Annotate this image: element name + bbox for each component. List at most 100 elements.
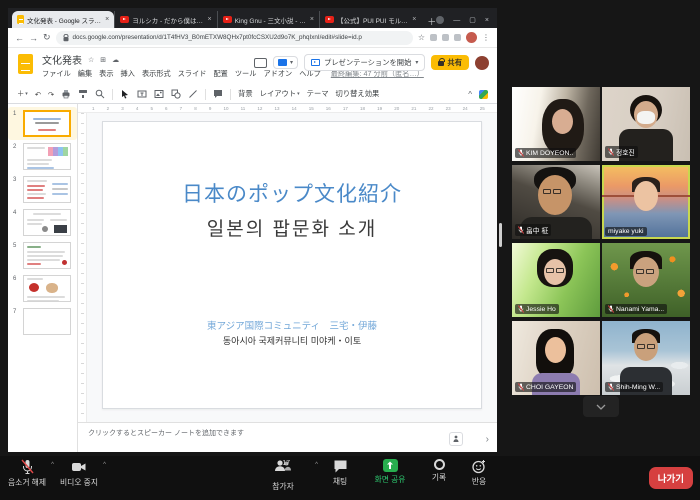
slide-thumbnail-4[interactable]: 4 [8,206,77,239]
participant-tile-hatanaka[interactable]: 畠中 柾 [512,165,600,239]
unmute-button[interactable]: 음소거 해제 ^ [4,459,50,488]
extension-icon[interactable] [454,34,461,41]
menu-view[interactable]: 表示 [99,69,113,79]
close-tab-icon[interactable]: × [310,16,314,23]
slide-thumbnail-1[interactable]: 1 [8,107,77,140]
tab-search-icon[interactable] [436,16,444,24]
transition-button[interactable]: 切り替え効果 [336,89,380,99]
tab-strip: 文化発表 - Google スライド × ヨルシカ - だから僕は音楽を辞めた…… [8,8,497,28]
meet-present-button[interactable]: ▾ [273,56,298,69]
menu-edit[interactable]: 編集 [78,69,92,79]
select-cursor-icon[interactable] [120,89,130,99]
tab-youtube-1[interactable]: ヨルシカ - だから僕は音楽を辞めた… × [114,11,216,28]
participant-tile-kim-doyeon[interactable]: KIM DOYEON.. [512,87,600,161]
insert-line-icon[interactable] [188,89,198,99]
menu-insert[interactable]: 挿入 [121,69,135,79]
insert-shape-icon[interactable] [171,89,181,99]
slide-subtitle-block[interactable]: 東アジア国際コミュニティ 三宅・伊藤 동아시아 국제커뮤니티 미야케・이토 [103,318,481,347]
extension-icon[interactable] [430,34,437,41]
bookmark-star-icon[interactable]: ☆ [418,33,425,42]
speaker-notes[interactable]: クリックするとスピーカー ノートを追加できます › [78,422,497,452]
participant-tile-nanami[interactable]: Nanami Yama... [602,243,690,317]
panel-resize-handle[interactable] [499,223,502,247]
reload-icon[interactable]: ↻ [43,32,51,43]
slide-thumbnail-3[interactable]: 3 [8,173,77,206]
muted-mic-icon [518,383,524,391]
accessibility-button[interactable] [449,432,463,446]
zoom-icon[interactable] [95,89,105,99]
slide-thumbnail-5[interactable]: 5 [8,239,77,272]
stop-video-label: 비디오 중지 [60,477,98,488]
slide-thumbnail-2[interactable]: 2 [8,140,77,173]
caret-up-icon[interactable]: ^ [315,462,318,468]
slides-app-icon[interactable] [18,54,33,74]
share-button[interactable]: 共有 [431,55,469,70]
start-presentation-button[interactable]: プレゼンテーションを開始 ▾ [304,54,425,71]
caret-down-icon[interactable]: ▾ [415,59,418,66]
stop-video-button[interactable]: 비디오 중지 ^ [56,459,102,488]
participant-tile-jessie-ho[interactable]: Jessie Ho [512,243,600,317]
participant-tile-choi-gayeon[interactable]: CHOI GAYEON [512,321,600,395]
forward-icon[interactable]: → [29,33,38,43]
paint-format-icon[interactable] [78,89,88,99]
reactions-button[interactable]: 반응 [462,459,496,487]
participant-tile-shih-ming[interactable]: Shih-Ming W... [602,321,690,395]
url-field[interactable]: docs.google.com/presentation/d/1T4fHV3_B… [56,31,413,45]
layout-button[interactable]: レイアウト ▾ [260,89,300,99]
menu-file[interactable]: ファイル [42,69,71,79]
close-tab-icon[interactable]: × [105,16,109,23]
back-icon[interactable]: ← [15,33,24,43]
theme-button[interactable]: テーマ [307,89,329,99]
participant-tile-jeong-hojin[interactable]: 정호진 [602,87,690,161]
textbox-icon[interactable] [137,89,147,99]
more-participants-button[interactable] [583,396,619,417]
background-button[interactable]: 背景 [238,89,253,99]
share-screen-button[interactable]: 화면 공유 [366,459,414,485]
caret-up-icon[interactable]: ^ [103,462,106,468]
slides-toolbar: ＋ ▾ ↶ ↷ 背景 レイアウト ▾ テーマ 切り替え効果 ^ [8,85,497,104]
maximize-button[interactable]: ▢ [469,16,476,24]
menu-arrange[interactable]: 配置 [213,69,227,79]
account-avatar[interactable] [475,56,489,70]
close-tab-icon[interactable]: × [412,16,416,23]
slide-title-block[interactable]: 日本のポップ文化紹介 일본의 팝문화 소개 [103,178,481,241]
address-bar: ← → ↻ docs.google.com/presentation/d/1T4… [8,28,497,48]
slide-canvas[interactable]: 日本のポップ文化紹介 일본의 팝문화 소개 東アジア国際コミュニティ 三宅・伊藤… [78,113,497,422]
star-document-icon[interactable]: ☆ [88,56,94,64]
record-button[interactable]: 기록 [424,459,454,483]
slide-thumbnail-7[interactable]: 7 [8,305,77,338]
print-icon[interactable] [61,89,71,99]
browser-menu-icon[interactable]: ⋮ [482,33,490,42]
current-slide[interactable]: 日本のポップ文化紹介 일본의 팝문화 소개 東アジア国際コミュニティ 三宅・伊藤… [102,121,482,409]
ruler-tick: 9 [209,106,212,111]
tab-youtube-3[interactable]: 【公式】PUI PUI モルカー 第1話… × [319,11,421,28]
cast-icon[interactable] [254,58,267,68]
document-title[interactable]: 文化発表 [42,52,82,67]
close-tab-icon[interactable]: × [208,16,212,23]
explore-icon[interactable] [479,90,488,99]
caret-up-icon[interactable]: ^ [51,462,54,468]
insert-image-icon[interactable] [154,89,164,99]
redo-icon[interactable]: ↷ [48,90,54,99]
expand-chevron-icon[interactable]: › [486,434,489,445]
participants-button[interactable]: 17 참가자 ^ [258,459,308,492]
leave-meeting-button[interactable]: 나가기 [649,467,693,489]
slide-thumbnail-6[interactable]: 6 [8,272,77,305]
chat-button[interactable]: 채팅 [322,459,358,487]
new-tab-button[interactable]: ＋ [427,15,436,28]
insert-comment-icon[interactable] [213,89,223,99]
menu-slide[interactable]: スライド [178,69,207,79]
menu-format[interactable]: 表示形式 [142,69,171,79]
minimize-button[interactable]: — [453,17,460,24]
present-label: プレゼンテーションを開始 [324,58,411,68]
tab-slides[interactable]: 文化発表 - Google スライド × [12,11,114,28]
collapse-toolbar-icon[interactable]: ^ [468,90,472,99]
undo-icon[interactable]: ↶ [35,90,41,99]
participant-tile-miyake-yuki-active-speaker[interactable]: miyake yuki [602,165,690,239]
close-window-button[interactable]: × [485,17,489,24]
move-folder-icon[interactable]: ⊞ [100,56,106,64]
new-slide-button[interactable]: ＋ ▾ [17,89,28,99]
extension-icon[interactable] [442,34,449,41]
tab-youtube-2[interactable]: King Gnu - 三文小説 - YouTube × [217,11,319,28]
profile-avatar[interactable] [466,32,477,43]
